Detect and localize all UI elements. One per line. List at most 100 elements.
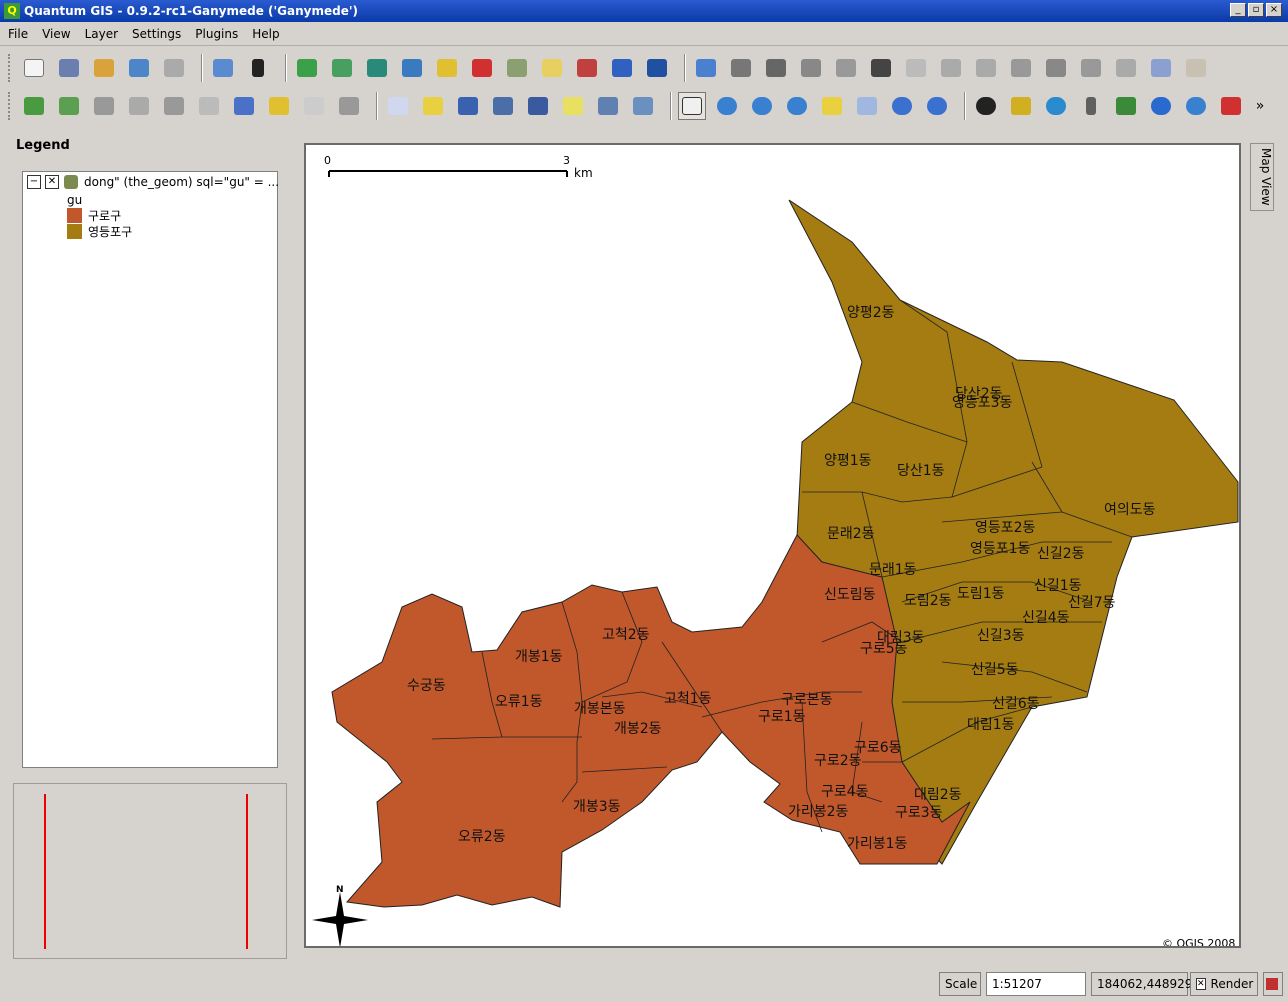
save-icon[interactable] xyxy=(55,54,83,82)
scalebar-icon[interactable] xyxy=(1007,92,1035,120)
close-button[interactable]: × xyxy=(1266,3,1282,17)
zoom-out-icon[interactable] xyxy=(748,92,776,120)
open-project-icon[interactable] xyxy=(125,54,153,82)
map-view-tab[interactable]: Map View xyxy=(1250,143,1274,211)
hide-layers-icon[interactable] xyxy=(643,54,671,82)
digitize-icon-5[interactable] xyxy=(160,92,188,120)
pdf-icon[interactable] xyxy=(1217,92,1245,120)
show-bookmarks-icon[interactable] xyxy=(629,92,657,120)
digitize-icon-10[interactable] xyxy=(335,92,363,120)
scale-unit-label: km xyxy=(574,166,593,180)
digitize-icon-4[interactable] xyxy=(125,92,153,120)
split-features-icon[interactable] xyxy=(867,54,895,82)
cut-features-icon[interactable] xyxy=(1112,54,1140,82)
digitize-icon-2[interactable] xyxy=(55,92,83,120)
measure-area-icon[interactable] xyxy=(524,92,552,120)
legend-tab[interactable]: Legend xyxy=(8,134,288,158)
measure-line-icon[interactable] xyxy=(489,92,517,120)
add-all-to-overview-icon[interactable] xyxy=(503,54,531,82)
maximize-button[interactable]: ▫ xyxy=(1248,3,1264,17)
capture-polygon-icon[interactable] xyxy=(797,54,825,82)
move-vertex-icon[interactable] xyxy=(1007,54,1035,82)
print-icon[interactable] xyxy=(160,54,188,82)
georeferencer-icon[interactable] xyxy=(1182,92,1210,120)
save-as-icon[interactable] xyxy=(90,54,118,82)
identify-icon[interactable] xyxy=(384,92,412,120)
add-vector-layer-icon[interactable] xyxy=(293,54,321,82)
graticule-icon[interactable] xyxy=(1112,92,1140,120)
hide-all-layers-icon[interactable] xyxy=(573,54,601,82)
attribute-table-icon[interactable] xyxy=(454,92,482,120)
delete-vertex-icon[interactable] xyxy=(972,54,1000,82)
map-tips-icon[interactable] xyxy=(559,92,587,120)
select-features-icon[interactable] xyxy=(419,92,447,120)
map-canvas[interactable]: 양평2동 당산2동 영등포3동 양평1동 당산1동 여의도동 문래2동 영등포2… xyxy=(304,143,1241,950)
move-feature-icon[interactable] xyxy=(832,54,860,82)
scale-start-label: 0 xyxy=(324,154,331,167)
north-label: N xyxy=(336,885,344,895)
zoom-in-icon[interactable] xyxy=(713,92,741,120)
new-bookmark-icon[interactable] xyxy=(594,92,622,120)
capture-point-icon[interactable] xyxy=(727,54,755,82)
add-island-icon[interactable] xyxy=(1042,54,1070,82)
help-book-icon[interactable] xyxy=(209,54,237,82)
menu-settings[interactable]: Settings xyxy=(132,27,181,41)
copyright-label-icon[interactable] xyxy=(972,92,1000,120)
remove-layer-icon[interactable] xyxy=(468,54,496,82)
digitize-icon-7[interactable] xyxy=(230,92,258,120)
zoom-to-selection-icon[interactable] xyxy=(818,92,846,120)
pan-icon[interactable] xyxy=(678,92,706,120)
zoom-last-icon[interactable] xyxy=(888,92,916,120)
add-wms-layer-icon[interactable] xyxy=(398,54,426,82)
new-vector-layer-icon[interactable] xyxy=(433,54,461,82)
toggle-editing-icon[interactable] xyxy=(692,54,720,82)
capture-line-icon[interactable] xyxy=(762,54,790,82)
add-vertex-icon[interactable] xyxy=(1077,54,1105,82)
map-label: 가리봉1동 xyxy=(847,836,908,852)
zoom-full-icon[interactable] xyxy=(783,92,811,120)
digitize-icon-3[interactable] xyxy=(90,92,118,120)
show-all-layers-icon[interactable] xyxy=(538,54,566,82)
refresh-icon[interactable] xyxy=(923,92,951,120)
add-raster-layer-icon[interactable] xyxy=(328,54,356,82)
menu-view[interactable]: View xyxy=(42,27,70,41)
paste-features-icon[interactable] xyxy=(1182,54,1210,82)
map-label: 도림2동 xyxy=(904,593,952,609)
toolbar-overflow-icon[interactable]: » xyxy=(1252,92,1268,120)
overview-panel[interactable] xyxy=(13,783,287,959)
copy-features-icon[interactable] xyxy=(1147,54,1175,82)
digitize-icon-6[interactable] xyxy=(195,92,223,120)
scale-input[interactable]: 1:51207 xyxy=(986,972,1086,996)
digitize-icon-8[interactable] xyxy=(265,92,293,120)
menu-file[interactable]: File xyxy=(8,27,28,41)
scale-label: Scale xyxy=(939,972,981,996)
digitize-icon-1[interactable] xyxy=(20,92,48,120)
grid-icon[interactable] xyxy=(1077,92,1105,120)
whats-this-icon[interactable] xyxy=(244,54,272,82)
add-postgis-layer-icon[interactable] xyxy=(363,54,391,82)
map-label: 구로1동 xyxy=(758,709,806,725)
projection-icon[interactable] xyxy=(1263,972,1283,996)
digitize-icon-9[interactable] xyxy=(300,92,328,120)
legend-layer-row[interactable]: − ✕ dong" (the_geom) sql="gu" = ... xyxy=(27,175,279,189)
collapse-icon[interactable]: − xyxy=(27,175,41,189)
layer-visible-checkbox[interactable]: ✕ xyxy=(45,175,59,189)
north-arrow-icon[interactable] xyxy=(1147,92,1175,120)
window-title: Quantum GIS - 0.9.2-rc1-Ganymede ('Ganym… xyxy=(24,4,359,18)
map-label: 신길2동 xyxy=(1037,546,1085,562)
map-label: 신도림동 xyxy=(824,587,876,603)
add-ring-icon[interactable] xyxy=(937,54,965,82)
zoom-to-layer-icon[interactable] xyxy=(853,92,881,120)
render-checkbox[interactable]: ✕ Render xyxy=(1190,972,1258,996)
menu-layer[interactable]: Layer xyxy=(85,27,118,41)
legend-field-label: gu xyxy=(67,193,83,207)
show-layers-icon[interactable] xyxy=(608,54,636,82)
minimize-button[interactable]: _ xyxy=(1230,3,1246,17)
delete-selected-icon[interactable] xyxy=(902,54,930,82)
status-bar: Scale 1:51207 184062,448929 ✕ Render xyxy=(0,968,1288,1002)
map-label: 대림2동 xyxy=(914,787,962,803)
menu-plugins[interactable]: Plugins xyxy=(195,27,238,41)
menu-help[interactable]: Help xyxy=(252,27,279,41)
gps-icon[interactable] xyxy=(1042,92,1070,120)
new-project-icon[interactable] xyxy=(20,54,48,82)
